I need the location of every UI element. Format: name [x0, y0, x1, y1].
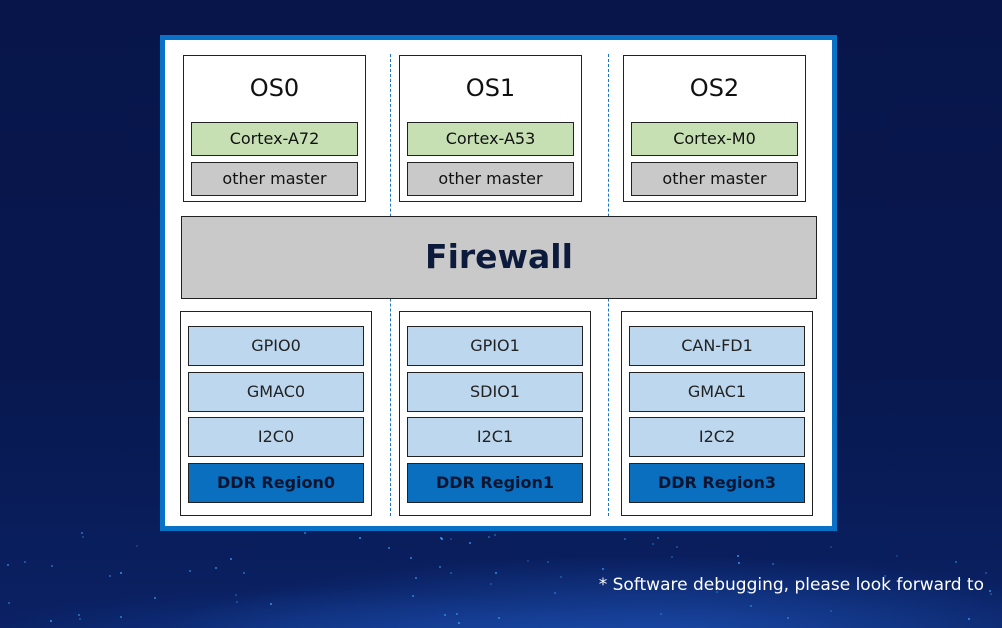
particle — [51, 565, 53, 567]
peripheral-cell: GPIO1 — [407, 326, 583, 366]
particle — [415, 577, 417, 579]
particle — [410, 557, 412, 559]
particle — [304, 532, 306, 534]
particle — [444, 614, 446, 616]
particle — [560, 576, 562, 578]
ddr-region-cell: DDR Region1 — [407, 463, 583, 503]
particle — [109, 575, 111, 577]
diagram-frame: OS0 Cortex-A72 other master OS1 Cortex-A… — [160, 35, 837, 531]
master-cell: other master — [407, 162, 574, 196]
particle — [527, 560, 529, 562]
particle — [469, 542, 471, 544]
particle — [81, 532, 83, 534]
particle — [456, 613, 458, 615]
particle — [7, 564, 9, 566]
os-box-0: OS0 Cortex-A72 other master — [183, 55, 366, 202]
cpu-cell: Cortex-A72 — [191, 122, 358, 156]
particle — [78, 614, 80, 616]
particle — [440, 537, 442, 539]
particle — [412, 595, 414, 597]
os-box-2: OS2 Cortex-M0 other master — [623, 55, 806, 202]
particle — [235, 594, 237, 596]
particle — [495, 572, 497, 574]
particle — [657, 537, 659, 539]
peripheral-cell: I2C1 — [407, 417, 583, 457]
particle — [955, 561, 957, 563]
peripheral-cell: GMAC0 — [188, 372, 364, 412]
particle — [136, 545, 138, 547]
particle — [490, 583, 492, 585]
particle — [120, 572, 122, 574]
particle — [547, 561, 549, 563]
footnote: * Software debugging, please look forwar… — [598, 575, 984, 595]
peripheral-cell: I2C2 — [629, 417, 805, 457]
particle — [441, 538, 443, 540]
peripheral-box-1: GPIO1 SDIO1 I2C1 DDR Region1 — [399, 311, 591, 516]
particle — [270, 603, 272, 605]
peripheral-cell: SDIO1 — [407, 372, 583, 412]
particle — [498, 617, 500, 619]
particle — [985, 572, 987, 574]
particle — [450, 572, 452, 574]
os-title: OS0 — [249, 74, 300, 102]
particle — [554, 592, 556, 594]
particle — [488, 536, 490, 538]
particle — [494, 534, 496, 536]
particle — [990, 593, 992, 595]
particle — [50, 620, 52, 622]
particle — [79, 618, 81, 620]
particle — [189, 570, 191, 572]
os-title: OS1 — [465, 74, 516, 102]
peripheral-cell: GMAC1 — [629, 372, 805, 412]
particle — [120, 616, 122, 618]
particle — [458, 622, 460, 624]
particle — [671, 556, 673, 558]
firewall-block: Firewall — [181, 216, 817, 299]
particle — [450, 538, 452, 540]
particle — [896, 555, 898, 557]
particle — [660, 613, 662, 615]
particle — [738, 562, 740, 564]
peripheral-box-2: CAN-FD1 GMAC1 I2C2 DDR Region3 — [621, 311, 813, 516]
particle — [750, 605, 752, 607]
particle — [989, 590, 991, 592]
peripheral-box-0: GPIO0 GMAC0 I2C0 DDR Region0 — [180, 311, 372, 516]
particle — [737, 555, 739, 557]
particle — [8, 602, 10, 604]
cpu-cell: Cortex-M0 — [631, 122, 798, 156]
master-cell: other master — [631, 162, 798, 196]
particle — [236, 601, 238, 603]
particle — [82, 536, 84, 538]
particle — [968, 618, 970, 620]
particle — [154, 597, 156, 599]
cpu-cell: Cortex-A53 — [407, 122, 574, 156]
particle — [388, 547, 390, 549]
os-title: OS2 — [689, 74, 740, 102]
ddr-region-cell: DDR Region3 — [629, 463, 805, 503]
ddr-region-cell: DDR Region0 — [188, 463, 364, 503]
peripheral-cell: CAN-FD1 — [629, 326, 805, 366]
peripheral-cell: GPIO0 — [188, 326, 364, 366]
particle — [787, 617, 789, 619]
master-cell: other master — [191, 162, 358, 196]
particle — [830, 610, 832, 612]
particle — [215, 567, 217, 569]
particle — [230, 558, 232, 560]
particle — [830, 546, 832, 548]
particle — [772, 563, 774, 565]
particle — [359, 537, 361, 539]
particle — [652, 543, 654, 545]
particle — [439, 566, 441, 568]
peripheral-cell: I2C0 — [188, 417, 364, 457]
particle — [243, 572, 245, 574]
particle — [24, 561, 26, 563]
particle — [602, 568, 604, 570]
os-box-1: OS1 Cortex-A53 other master — [399, 55, 582, 202]
particle — [624, 538, 626, 540]
particle — [676, 546, 678, 548]
